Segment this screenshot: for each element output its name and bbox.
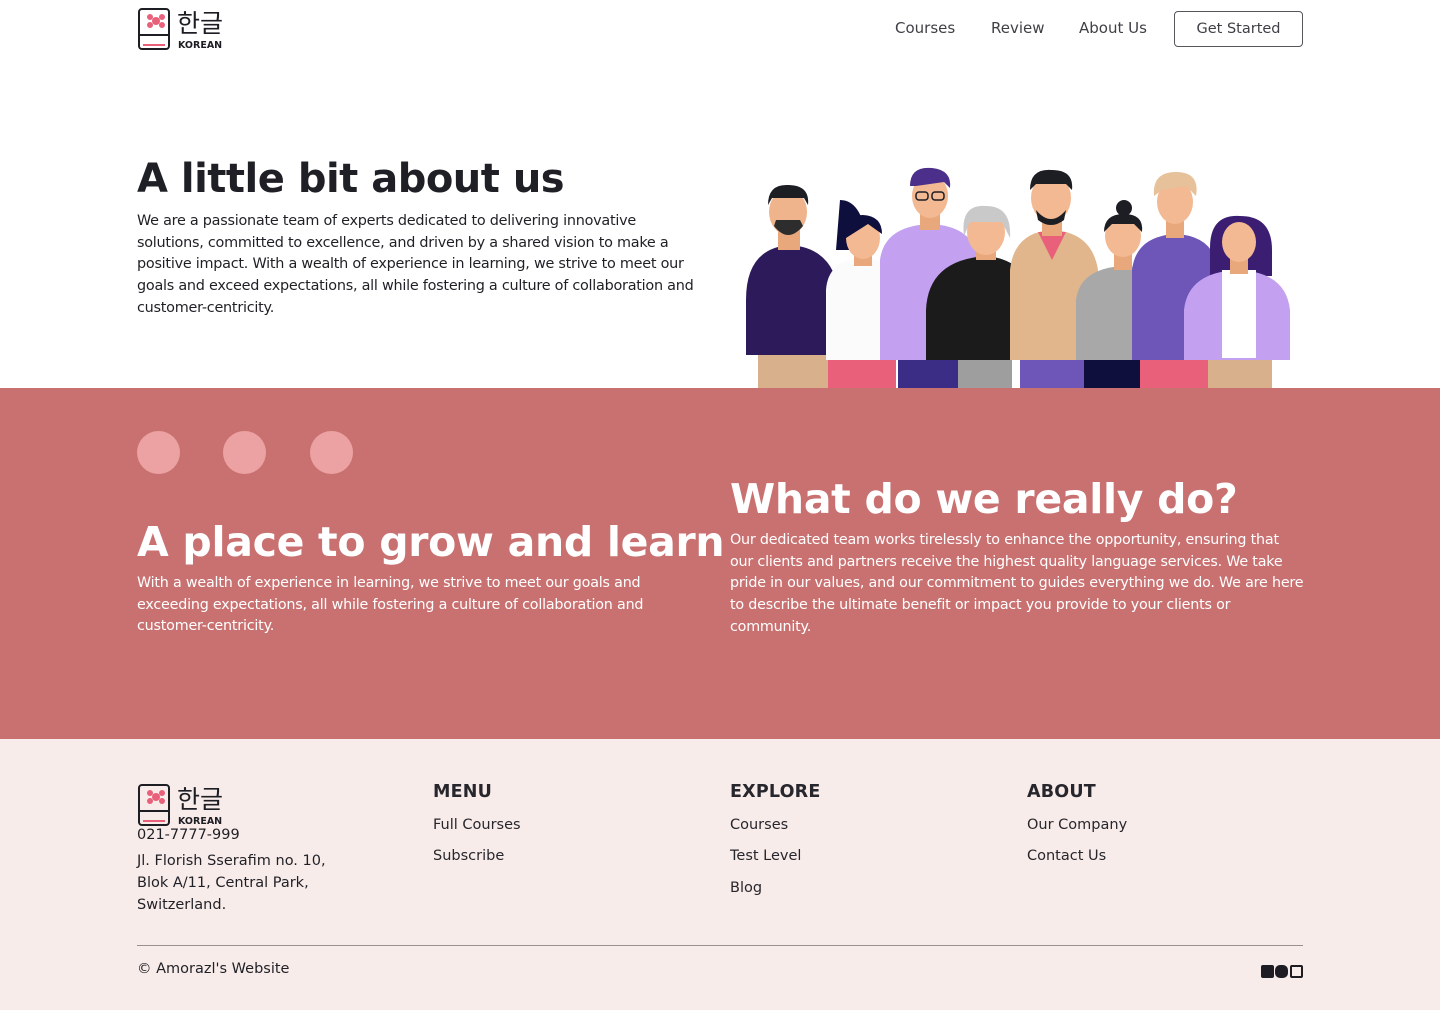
team-illustration bbox=[746, 167, 1290, 388]
brand-hangul: 한글 bbox=[177, 9, 223, 38]
get-started-button[interactable]: Get Started bbox=[1174, 11, 1303, 47]
footer-link-courses[interactable]: Courses bbox=[730, 817, 788, 833]
values-band: A place to grow and learn With a wealth … bbox=[0, 388, 1440, 739]
footer-link-test-level[interactable]: Test Level bbox=[730, 848, 801, 864]
book-icon bbox=[138, 8, 170, 50]
nav-about-us[interactable]: About Us bbox=[1079, 19, 1147, 37]
person-1 bbox=[746, 184, 840, 388]
footer-menu-heading: MENU bbox=[433, 782, 493, 802]
decor-dot bbox=[137, 431, 180, 474]
blossom-icon bbox=[152, 17, 160, 25]
mission-title: What do we really do? bbox=[730, 475, 1238, 523]
book-icon bbox=[138, 784, 170, 826]
decor-dot bbox=[310, 431, 353, 474]
grow-text: With a wealth of experience in learning,… bbox=[137, 575, 644, 635]
nav-review[interactable]: Review bbox=[991, 19, 1045, 37]
footer-phone: 021-7777-999 bbox=[137, 827, 240, 843]
blogger-icon[interactable] bbox=[1275, 965, 1288, 978]
blossom-icon bbox=[152, 793, 160, 801]
brand-word: KOREAN bbox=[178, 40, 222, 51]
site-footer: 한글 KOREAN 021-7777-999 Jl. Florish Ssera… bbox=[0, 739, 1440, 1010]
footer-brand-word: KOREAN bbox=[178, 816, 222, 827]
copyright: © Amorazl's Website bbox=[137, 961, 290, 977]
about-text: We are a passionate team of experts dedi… bbox=[137, 213, 694, 316]
decor-dot bbox=[223, 431, 266, 474]
site-header: 한글 KOREAN Courses Review About Us Get St… bbox=[0, 0, 1440, 60]
about-title: A little bit about us bbox=[137, 156, 565, 202]
footer-about-column: ABOUT Our Company Contact Us bbox=[1027, 782, 1127, 864]
mission-text: Our dedicated team works tirelessly to e… bbox=[730, 532, 1304, 635]
footer-address: Jl. Florish Sserafim no. 10, Blok A/11, … bbox=[137, 853, 326, 913]
grow-title: A place to grow and learn bbox=[137, 518, 725, 566]
linkedin-icon[interactable] bbox=[1261, 965, 1274, 978]
instagram-icon[interactable] bbox=[1290, 965, 1303, 978]
footer-explore-heading: EXPLORE bbox=[730, 782, 821, 802]
footer-about-heading: ABOUT bbox=[1027, 782, 1096, 802]
footer-menu-column: MENU Full Courses Subscribe bbox=[433, 782, 521, 864]
footer-brand-logo[interactable]: 한글 KOREAN bbox=[137, 781, 229, 829]
footer-link-full-courses[interactable]: Full Courses bbox=[433, 817, 521, 833]
footer-explore-column: EXPLORE Courses Test Level Blog bbox=[730, 782, 821, 896]
footer-link-our-company[interactable]: Our Company bbox=[1027, 817, 1127, 833]
brand-logo[interactable]: 한글 KOREAN bbox=[137, 5, 229, 53]
footer-link-blog[interactable]: Blog bbox=[730, 880, 762, 896]
footer-link-subscribe[interactable]: Subscribe bbox=[433, 848, 504, 864]
nav-courses[interactable]: Courses bbox=[895, 19, 955, 37]
footer-brand-hangul: 한글 bbox=[177, 785, 223, 814]
footer-divider bbox=[137, 945, 1303, 946]
footer-link-contact-us[interactable]: Contact Us bbox=[1027, 848, 1106, 864]
